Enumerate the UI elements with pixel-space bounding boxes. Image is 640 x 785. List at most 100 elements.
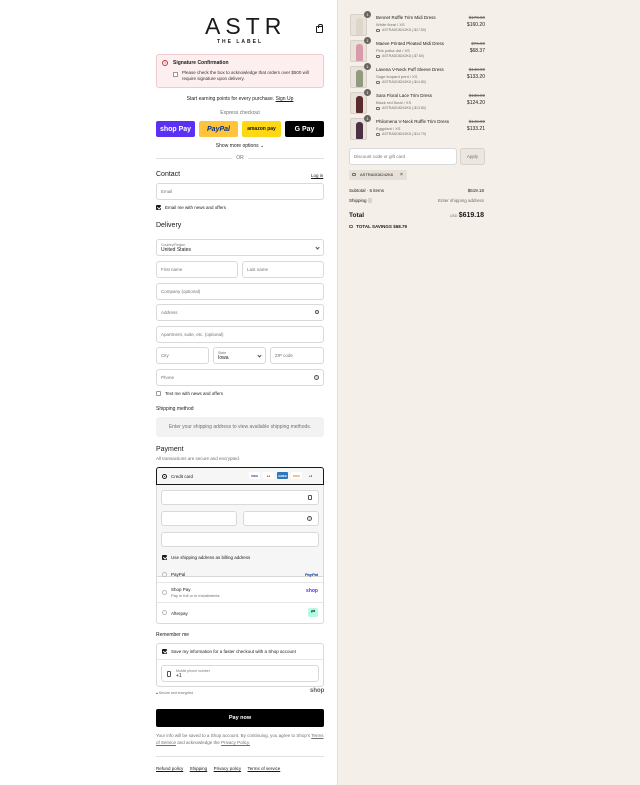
shop-pay-radio[interactable] <box>162 590 167 595</box>
item-discount-code: ASTRADD8242K8 (-$13.80) <box>382 106 426 110</box>
search-icon <box>315 310 319 314</box>
shop-privacy-link[interactable]: Privacy Policy. <box>221 740 250 745</box>
credit-card-option[interactable]: Credit card VISA ●● AMEX DISC +4 <box>156 467 324 485</box>
google-pay-button[interactable]: G Pay <box>285 121 324 137</box>
credit-card-radio[interactable] <box>162 474 167 479</box>
security-code-field[interactable]: ? <box>243 511 319 526</box>
apartment-field[interactable]: Apartment, suite, etc. (optional) <box>156 326 324 343</box>
billing-address-checkbox[interactable] <box>162 555 167 560</box>
item-discount-code: ASTRADD8242K8 (-$7.60) <box>382 54 425 58</box>
paypal-option[interactable]: PayPal PayPal <box>157 567 323 583</box>
apply-button[interactable]: Apply <box>460 148 485 165</box>
mobile-phone-value: +1 <box>176 672 182 679</box>
paypal-button[interactable]: PayPal <box>199 121 238 137</box>
last-name-field[interactable]: Last name <box>242 261 324 278</box>
item-discount: ASTRADD8242K8 (-$17.80) <box>376 28 426 32</box>
lock-icon: 🔒︎ <box>156 691 158 695</box>
item-discount-code: ASTRADD8242K8 (-$14.80) <box>382 80 426 84</box>
paypal-radio[interactable] <box>162 572 167 577</box>
cart-item: 1 Bennet Ruffle Trim Midi Dress White fl… <box>350 11 485 36</box>
subtotal-label: Subtotal · 5 items <box>349 188 385 193</box>
quantity-badge: 1 <box>364 115 371 122</box>
shipping-method-notice: Enter your shipping address to view avai… <box>156 417 324 437</box>
or-label: OR <box>232 155 248 161</box>
subtotal-value: $619.18 <box>467 188 484 193</box>
signature-confirmation-alert: ! Signature Confirmation Please check th… <box>156 54 324 88</box>
discount-code-input[interactable]: Discount code or gift card <box>349 148 457 165</box>
email-news-checkbox[interactable] <box>156 205 161 210</box>
text-news-checkbox[interactable] <box>156 391 161 396</box>
mobile-phone-field[interactable]: Mobile phone number +1 <box>161 665 319 682</box>
country-select[interactable]: Country/Region United States <box>156 239 324 256</box>
divider <box>157 659 323 660</box>
expiration-field[interactable] <box>161 511 237 526</box>
zip-field[interactable]: ZIP code <box>270 347 324 364</box>
privacy-policy-link[interactable]: Privacy policy <box>214 766 242 771</box>
item-variant: White floral / XS <box>376 22 405 27</box>
shop-pay-option[interactable]: Shop Pay Pay in full or in installments … <box>157 583 323 603</box>
brand-logo[interactable]: ASTR THE LABEL <box>205 14 281 45</box>
shop-pay-logo-icon: shop <box>306 588 318 594</box>
first-name-field[interactable]: First name <box>156 261 238 278</box>
pay-now-button[interactable]: Pay now <box>156 709 324 727</box>
save-info-checkbox[interactable] <box>162 649 167 654</box>
info-icon[interactable]: ⓘ <box>368 198 373 203</box>
chevron-down-icon <box>257 353 262 358</box>
item-discount-code: ASTRADD8242K8 (-$17.80) <box>382 28 426 32</box>
signature-checkbox[interactable] <box>173 72 178 77</box>
email-placeholder: Email <box>161 189 173 194</box>
apartment-placeholder: Apartment, suite, etc. (optional) <box>161 332 224 337</box>
item-discount: ASTRADD8242K8 (-$7.60) <box>376 54 424 58</box>
cart-bag-icon[interactable] <box>316 24 323 33</box>
name-on-card-field[interactable] <box>161 532 319 547</box>
afterpay-option[interactable]: Afterpay ⇄ <box>157 603 323 623</box>
total-label: Total <box>349 212 365 219</box>
mastercard-icon: ●● <box>263 472 274 479</box>
checkout-form-panel: ASTR THE LABEL ! Signature Confirmation … <box>0 0 337 785</box>
sign-up-link[interactable]: Sign Up <box>276 96 294 102</box>
address-placeholder: Address <box>161 310 178 315</box>
company-field[interactable]: Company (optional) <box>156 283 324 300</box>
refund-policy-link[interactable]: Refund policy <box>156 766 183 771</box>
item-price: $68.37 <box>469 48 485 54</box>
terms-of-service-link[interactable]: Terms of service <box>247 766 280 771</box>
total-row: Total USD $619.18 <box>349 212 484 219</box>
remove-discount-icon[interactable]: × <box>400 170 403 180</box>
afterpay-label: Afterpay <box>171 610 188 616</box>
log-in-link[interactable]: Log in <box>311 173 323 178</box>
amazon-pay-button[interactable]: amazon pay <box>242 121 281 137</box>
item-original-price: $178.00 <box>468 15 485 20</box>
afterpay-radio[interactable] <box>162 610 167 615</box>
city-field[interactable]: City <box>156 347 209 364</box>
shop-pay-label: Shop Pay <box>171 587 191 592</box>
phone-field[interactable]: Phone ? <box>156 369 324 386</box>
signature-title: Signature Confirmation <box>173 60 229 66</box>
secure-note: 🔒︎ Secure and encrypted <box>156 691 193 695</box>
contact-heading: Contact <box>156 171 181 178</box>
email-field[interactable]: Email <box>156 183 324 200</box>
item-original-price: $76.00 <box>471 41 485 46</box>
consent-text: Your info will be saved to a Shop accoun… <box>156 732 324 746</box>
shipping-link[interactable]: Shipping <box>190 766 208 771</box>
product-figure <box>356 18 363 35</box>
payment-methods-box: Credit card VISA ●● AMEX DISC +4 ? Use s… <box>156 467 324 624</box>
points-text: Start earning points for every purchase. <box>186 96 275 102</box>
show-more-options[interactable]: Show more options ⌄ <box>156 143 324 149</box>
help-icon[interactable]: ? <box>314 375 319 380</box>
card-details-panel: ? Use shipping address as billing addres… <box>157 485 323 577</box>
express-checkout-label: Express checkout <box>220 110 260 116</box>
quantity-badge: 1 <box>364 89 371 96</box>
address-field[interactable]: Address <box>156 304 324 321</box>
help-icon[interactable]: ? <box>307 516 312 521</box>
shop-pay-button-label: shop Pay <box>159 125 192 133</box>
consent-body: Your info will be saved to a Shop accoun… <box>156 733 311 738</box>
card-number-field[interactable] <box>161 490 319 505</box>
or-separator: OR <box>156 155 324 161</box>
email-news-label: Email me with news and offers <box>165 205 226 210</box>
shop-pay-button[interactable]: shop Pay <box>156 121 195 137</box>
consent-and: and acknowledge the <box>177 740 220 745</box>
state-select[interactable]: State Iowa <box>213 347 266 364</box>
cart-item: 1 Sara Floral Lace Trim Dress Black red … <box>350 89 485 114</box>
tag-icon <box>376 106 380 110</box>
visa-icon: VISA <box>249 472 260 479</box>
